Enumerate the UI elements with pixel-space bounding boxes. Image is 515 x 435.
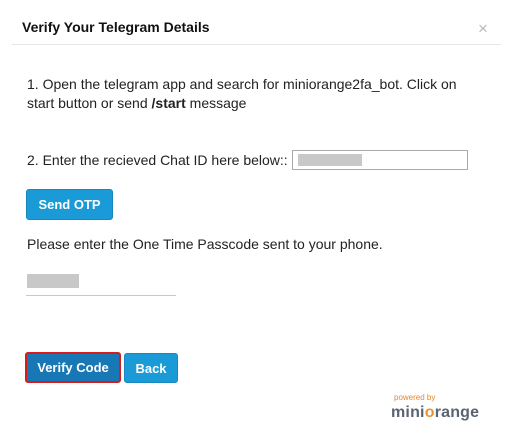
logo-o: o xyxy=(424,404,435,421)
brand-wordmark: miniorange xyxy=(391,404,479,422)
step1-suffix: message xyxy=(185,95,247,111)
logo-part1: mini xyxy=(391,404,425,421)
otp-redacted-value xyxy=(27,274,79,288)
step2-label: 2. Enter the recieved Chat ID here below… xyxy=(27,152,288,168)
otp-prompt: Please enter the One Time Passcode sent … xyxy=(27,236,383,252)
powered-by-text: powered by xyxy=(394,393,436,402)
verify-code-button[interactable]: Verify Code xyxy=(25,352,121,383)
chat-id-redacted-value xyxy=(298,154,362,166)
send-otp-button[interactable]: Send OTP xyxy=(26,189,113,220)
dialog-title: Verify Your Telegram Details xyxy=(22,19,210,35)
header-divider xyxy=(12,44,501,45)
back-button[interactable]: Back xyxy=(124,353,178,383)
miniorange-logo: powered by miniorange xyxy=(391,393,483,427)
logo-part2: range xyxy=(434,404,480,421)
close-icon[interactable]: × xyxy=(478,20,488,37)
chat-id-input[interactable] xyxy=(292,150,468,170)
step1-instruction: 1. Open the telegram app and search for … xyxy=(27,75,467,113)
dialog-header: Verify Your Telegram Details × xyxy=(0,0,515,44)
start-command: /start xyxy=(151,95,186,111)
otp-input[interactable] xyxy=(26,270,176,296)
